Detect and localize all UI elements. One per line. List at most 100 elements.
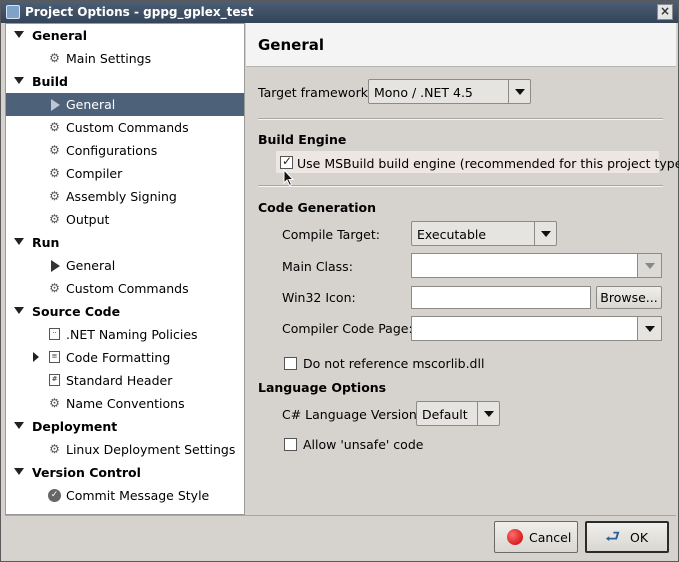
tree-item-commit-message-style[interactable]: ✓ Commit Message Style [6,484,244,507]
ok-button[interactable]: ⮐ OK [585,521,669,553]
expander-down-icon[interactable] [14,31,24,38]
target-framework-label: Target framework: [258,85,373,100]
format-icon: ≡ [49,351,60,363]
expander-down-icon[interactable] [14,307,24,314]
mscorlib-label: Do not reference mscorlib.dll [303,356,485,371]
code-generation-heading: Code Generation [258,200,376,215]
tree-category-label: Run [32,235,60,250]
main-class-combo[interactable] [411,253,662,278]
panel-header: General [246,23,676,67]
separator [258,185,663,187]
tree-item-label: General [66,258,116,273]
tree-item-output[interactable]: ⚙ Output [6,208,244,231]
tree-item-general[interactable]: General [6,254,244,277]
msbuild-checkbox[interactable] [280,154,293,169]
tree-item-compiler[interactable]: ⚙ Compiler [6,162,244,185]
browse-button[interactable]: Browse... [596,286,662,309]
tree-category-general[interactable]: General [6,24,244,47]
app-icon [6,5,20,19]
options-tree: General ⚙ Main Settings Build General ⚙ Custom… [5,23,245,515]
language-options-heading: Language Options [258,380,387,395]
tree-item-custom-commands[interactable]: ⚙ Custom Commands [6,116,244,139]
tree-category-label: Build [32,74,68,89]
tree-item-name-conventions[interactable]: ⚙ Name Conventions [6,392,244,415]
win32-icon-input[interactable] [411,286,591,309]
tree-item-label: Compiler [66,166,123,181]
chevron-down-icon [637,254,661,277]
tree-item--net-naming-policies[interactable]: ·· .NET Naming Policies [6,323,244,346]
tree-category-run[interactable]: Run [6,231,244,254]
tree-item-assembly-signing[interactable]: ⚙ Assembly Signing [6,185,244,208]
expander-down-icon[interactable] [14,77,24,84]
play-icon [51,99,60,111]
tree-item-linux-deployment-settings[interactable]: ⚙ Linux Deployment Settings [6,438,244,461]
compile-target-value: Executable [417,227,487,242]
tree-category-label: General [32,28,87,43]
gear-icon: ⚙ [49,166,60,180]
tree-item-label: Name Conventions [66,396,185,411]
tree-item-label: .NET Naming Policies [66,327,198,342]
expander-down-icon[interactable] [14,422,24,429]
gear-icon: ⚙ [49,212,60,226]
tree-category-source-code[interactable]: Source Code [6,300,244,323]
tree-item-label: Linux Deployment Settings [66,442,236,457]
tree-category-build[interactable]: Build [6,70,244,93]
tree-category-label: Version Control [32,465,141,480]
gear-icon: ⚙ [49,143,60,157]
win32-icon-label: Win32 Icon: [282,290,356,305]
chevron-down-icon [477,402,499,425]
csharp-version-combo[interactable]: Default [416,401,500,426]
target-framework-value: Mono / .NET 4.5 [374,85,473,100]
cancel-label: Cancel [529,530,572,545]
project-options-window: Project Options - gppg_gplex_test × Gene… [0,0,679,562]
tree-item-general[interactable]: General [6,93,244,116]
tree-item-main-settings[interactable]: ⚙ Main Settings [6,47,244,70]
window-title: Project Options - gppg_gplex_test [25,5,254,19]
tree-item-label: Standard Header [66,373,173,388]
tree-category-deployment[interactable]: Deployment [6,415,244,438]
close-icon[interactable]: × [657,4,673,20]
mscorlib-checkbox[interactable] [284,357,297,370]
tree-category-version-control[interactable]: Version Control [6,461,244,484]
tree-item-label: Configurations [66,143,158,158]
tree-item-label: Assembly Signing [66,189,177,204]
tree-item-label: Output [66,212,110,227]
tree-item-custom-commands[interactable]: ⚙ Custom Commands [6,277,244,300]
gear-icon: ⚙ [49,120,60,134]
tree-item-label: General [66,97,116,112]
gear-icon: ⚙ [49,281,60,295]
expander-right-icon[interactable] [33,352,39,362]
chevron-down-icon [508,80,530,103]
gear-icon: ⚙ [49,189,60,203]
tree-category-label: Source Code [32,304,121,319]
tree-item-standard-header[interactable]: # Standard Header [6,369,244,392]
tree-item-configurations[interactable]: ⚙ Configurations [6,139,244,162]
chevron-down-icon [637,317,661,340]
tree-item-label: Main Settings [66,51,152,66]
cancel-icon [507,529,523,545]
expander-down-icon[interactable] [14,238,24,245]
naming-icon: ·· [49,328,60,340]
title-bar[interactable]: Project Options - gppg_gplex_test × [1,1,678,23]
compiler-code-page-label: Compiler Code Page: [282,321,413,336]
expander-down-icon[interactable] [14,468,24,475]
tree-item-code-formatting[interactable]: ≡ Code Formatting [6,346,244,369]
tree-item-label: Commit Message Style [66,488,210,503]
unsafe-checkbox[interactable] [284,438,297,451]
csharp-version-label: C# Language Version: [282,407,422,422]
msbuild-label: Use MSBuild build engine (recommended fo… [297,156,679,171]
tree-item-label: Custom Commands [66,120,189,135]
ok-label: OK [630,530,649,545]
header-icon: # [49,374,60,386]
compiler-code-page-combo[interactable] [411,316,662,341]
compile-target-combo[interactable]: Executable [411,221,557,246]
tree-item-label: Code Formatting [66,350,171,365]
build-engine-heading: Build Engine [258,132,347,147]
target-framework-combo[interactable]: Mono / .NET 4.5 [368,79,531,104]
ok-arrow-icon: ⮐ [605,527,621,547]
main-class-label: Main Class: [282,259,353,274]
separator [258,118,663,120]
csharp-version-value: Default [422,407,468,422]
cancel-button[interactable]: Cancel [494,521,578,553]
unsafe-label: Allow 'unsafe' code [303,437,424,452]
